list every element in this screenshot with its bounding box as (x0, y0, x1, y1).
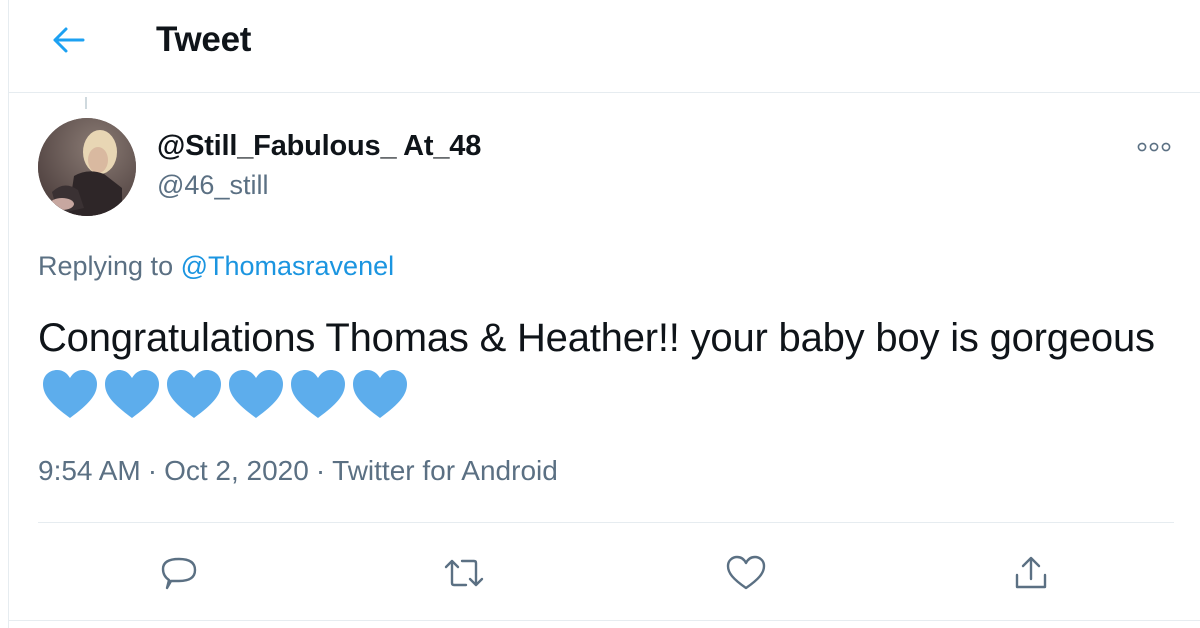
retweet-icon (444, 559, 484, 587)
replying-prefix: Replying to (38, 251, 174, 281)
avatar[interactable] (38, 118, 136, 216)
blue-heart-emoji (105, 370, 159, 418)
user-handle[interactable]: @46_still (157, 170, 268, 201)
meta-separator: · (315, 455, 326, 486)
more-options-button[interactable] (1134, 136, 1174, 158)
tweet-page: Tweet @Still_Fabulous_ At_48 @46_still R… (0, 0, 1200, 628)
share-button[interactable] (1006, 545, 1056, 601)
blue-heart-emoji (291, 370, 345, 418)
page-header: Tweet (9, 0, 1200, 93)
more-icon (1137, 142, 1171, 152)
divider (38, 522, 1174, 523)
left-border (8, 0, 9, 628)
reply-icon (161, 557, 197, 590)
replying-to: Replying to @Thomasravenel (38, 251, 394, 282)
like-icon (726, 555, 766, 590)
tweet-source[interactable]: Twitter for Android (332, 455, 558, 486)
display-name[interactable]: @Still_Fabulous_ At_48 (157, 130, 481, 163)
blue-heart-emoji (43, 370, 97, 418)
reply-button[interactable] (154, 545, 204, 601)
back-button[interactable] (45, 12, 93, 68)
replying-mention-link[interactable]: @Thomasravenel (181, 251, 395, 281)
tweet-time[interactable]: 9:54 AM (38, 455, 141, 486)
blue-heart-emoji (167, 370, 221, 418)
action-bar (0, 545, 1200, 605)
share-icon (1015, 556, 1047, 589)
blue-heart-emoji (229, 370, 283, 418)
meta-separator: · (147, 455, 158, 486)
page-title: Tweet (156, 20, 252, 59)
like-button[interactable] (721, 545, 771, 601)
tweet-text: Congratulations Thomas & Heather!! your … (38, 308, 1158, 431)
tweet-meta: 9:54 AM · Oct 2, 2020 · Twitter for Android (38, 455, 558, 487)
arrow-left-icon (53, 27, 85, 53)
blue-heart-emoji (353, 370, 407, 418)
tweet-date[interactable]: Oct 2, 2020 (164, 455, 309, 486)
emoji-row (41, 368, 413, 420)
avatar-image (38, 118, 136, 216)
bottom-border (9, 620, 1200, 621)
thread-line (85, 97, 87, 109)
tweet-body: Congratulations Thomas & Heather!! your … (38, 316, 1155, 360)
retweet-button[interactable] (439, 545, 489, 601)
